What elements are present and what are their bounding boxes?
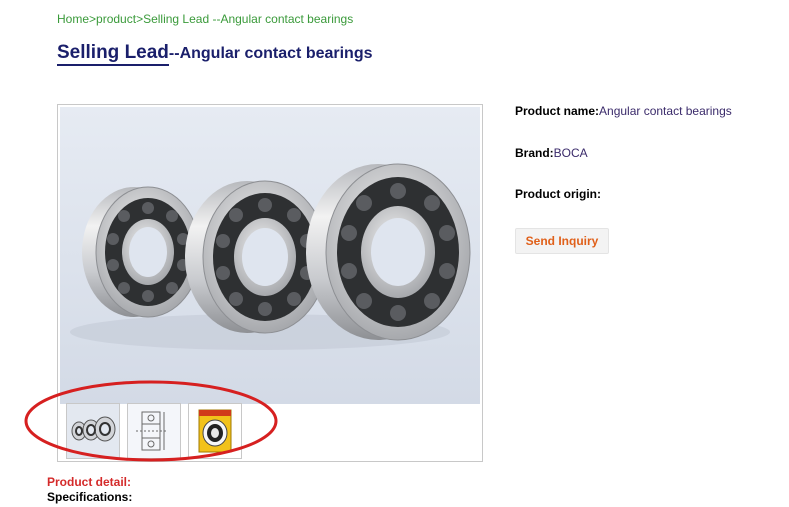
breadcrumb-separator: > xyxy=(89,12,97,26)
product-main-photo[interactable] xyxy=(60,107,480,404)
thumbnail-bearing-drawing[interactable] xyxy=(127,403,181,459)
page-title: Selling Lead--Angular contact bearings xyxy=(57,42,373,66)
brand-value: BOCA xyxy=(553,146,588,160)
origin-label: Product origin: xyxy=(515,187,601,201)
bearings-image xyxy=(60,107,480,404)
breadcrumb-product-link[interactable]: product xyxy=(96,12,136,26)
product-gallery xyxy=(57,104,483,462)
send-inquiry-button[interactable]: Send Inquiry xyxy=(515,228,609,254)
brand-label: Brand: xyxy=(515,146,554,160)
thumbnail-bearings-photo[interactable] xyxy=(66,403,120,459)
product-detail-heading: Product detail: xyxy=(47,475,132,489)
thumbnail-bearing-box[interactable] xyxy=(188,403,242,459)
page-title-lead: Selling Lead xyxy=(57,42,169,66)
page-title-rest: --Angular contact bearings xyxy=(168,45,373,62)
origin-row: Product origin: xyxy=(515,187,601,201)
breadcrumb-home-link[interactable]: Home xyxy=(57,12,89,26)
product-name-row: Product name:Angular contact bearings xyxy=(515,104,732,118)
breadcrumb-current: Selling Lead --Angular contact bearings xyxy=(143,12,354,26)
brand-row: Brand:BOCA xyxy=(515,146,588,160)
breadcrumb: Home>product>Selling Lead --Angular cont… xyxy=(57,12,353,26)
specifications-heading: Specifications: xyxy=(47,490,133,504)
product-name-label: Product name: xyxy=(515,104,600,118)
product-name-value: Angular contact bearings xyxy=(599,104,732,118)
